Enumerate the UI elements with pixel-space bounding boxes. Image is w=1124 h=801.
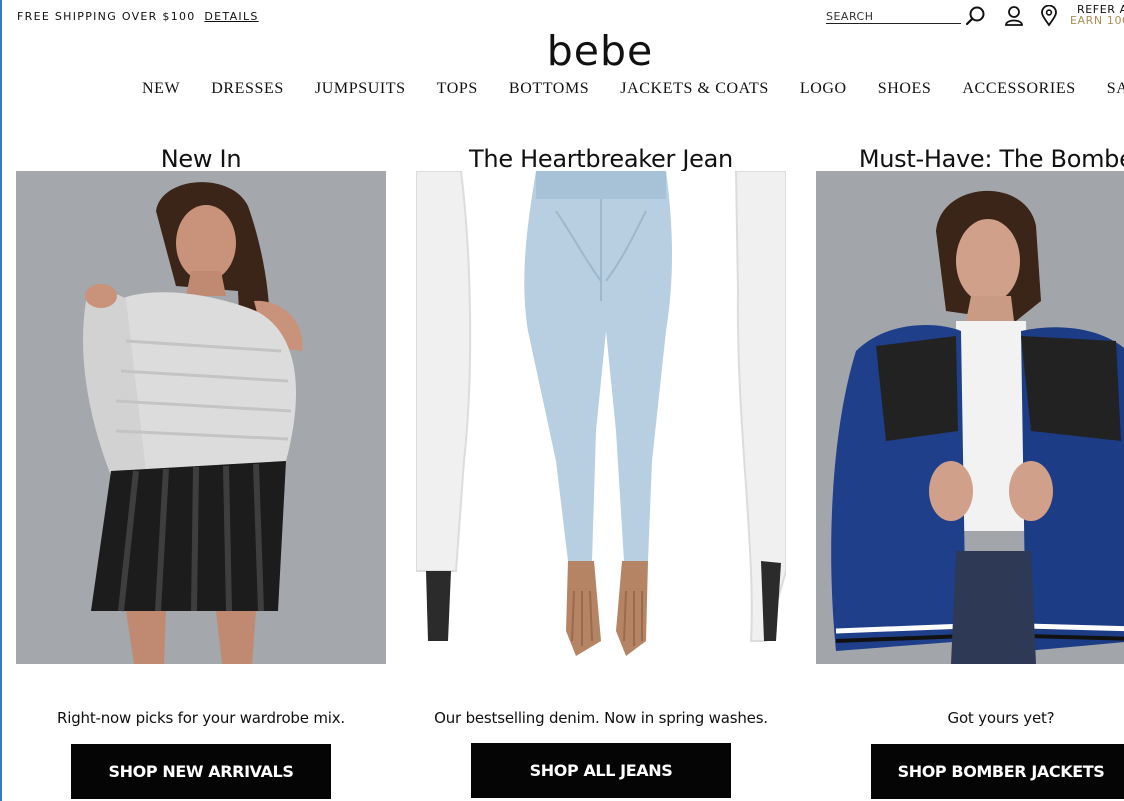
promo-bomber: Must-Have: The Bomber Got yours yet? SHO… [816, 0, 1124, 801]
promo-caption: Right-now picks for your wardrobe mix. [57, 709, 345, 727]
shop-all-jeans-button[interactable]: SHOP ALL JEANS [471, 743, 731, 798]
shop-new-arrivals-button[interactable]: SHOP NEW ARRIVALS [71, 744, 331, 799]
promo-title: New In [160, 144, 242, 173]
shop-bomber-jackets-button[interactable]: SHOP BOMBER JACKETS [871, 744, 1124, 799]
promo-caption: Got yours yet? [947, 709, 1055, 727]
promo-title: The Heartbreaker Jean [469, 144, 733, 173]
new-in-photo[interactable] [16, 171, 386, 664]
promo-caption: Our bestselling denim. Now in spring was… [434, 709, 768, 727]
promo-new-in: New In Right-now picks for your wardrobe… [16, 0, 386, 801]
bomber-photo[interactable] [816, 171, 1124, 664]
promo-heartbreaker-jean: The Heartbreaker Jean Our bestselling de… [416, 0, 786, 801]
window-left-edge [0, 0, 2, 801]
jeans-photo[interactable] [416, 171, 786, 664]
promo-title: Must-Have: The Bomber [858, 144, 1124, 173]
